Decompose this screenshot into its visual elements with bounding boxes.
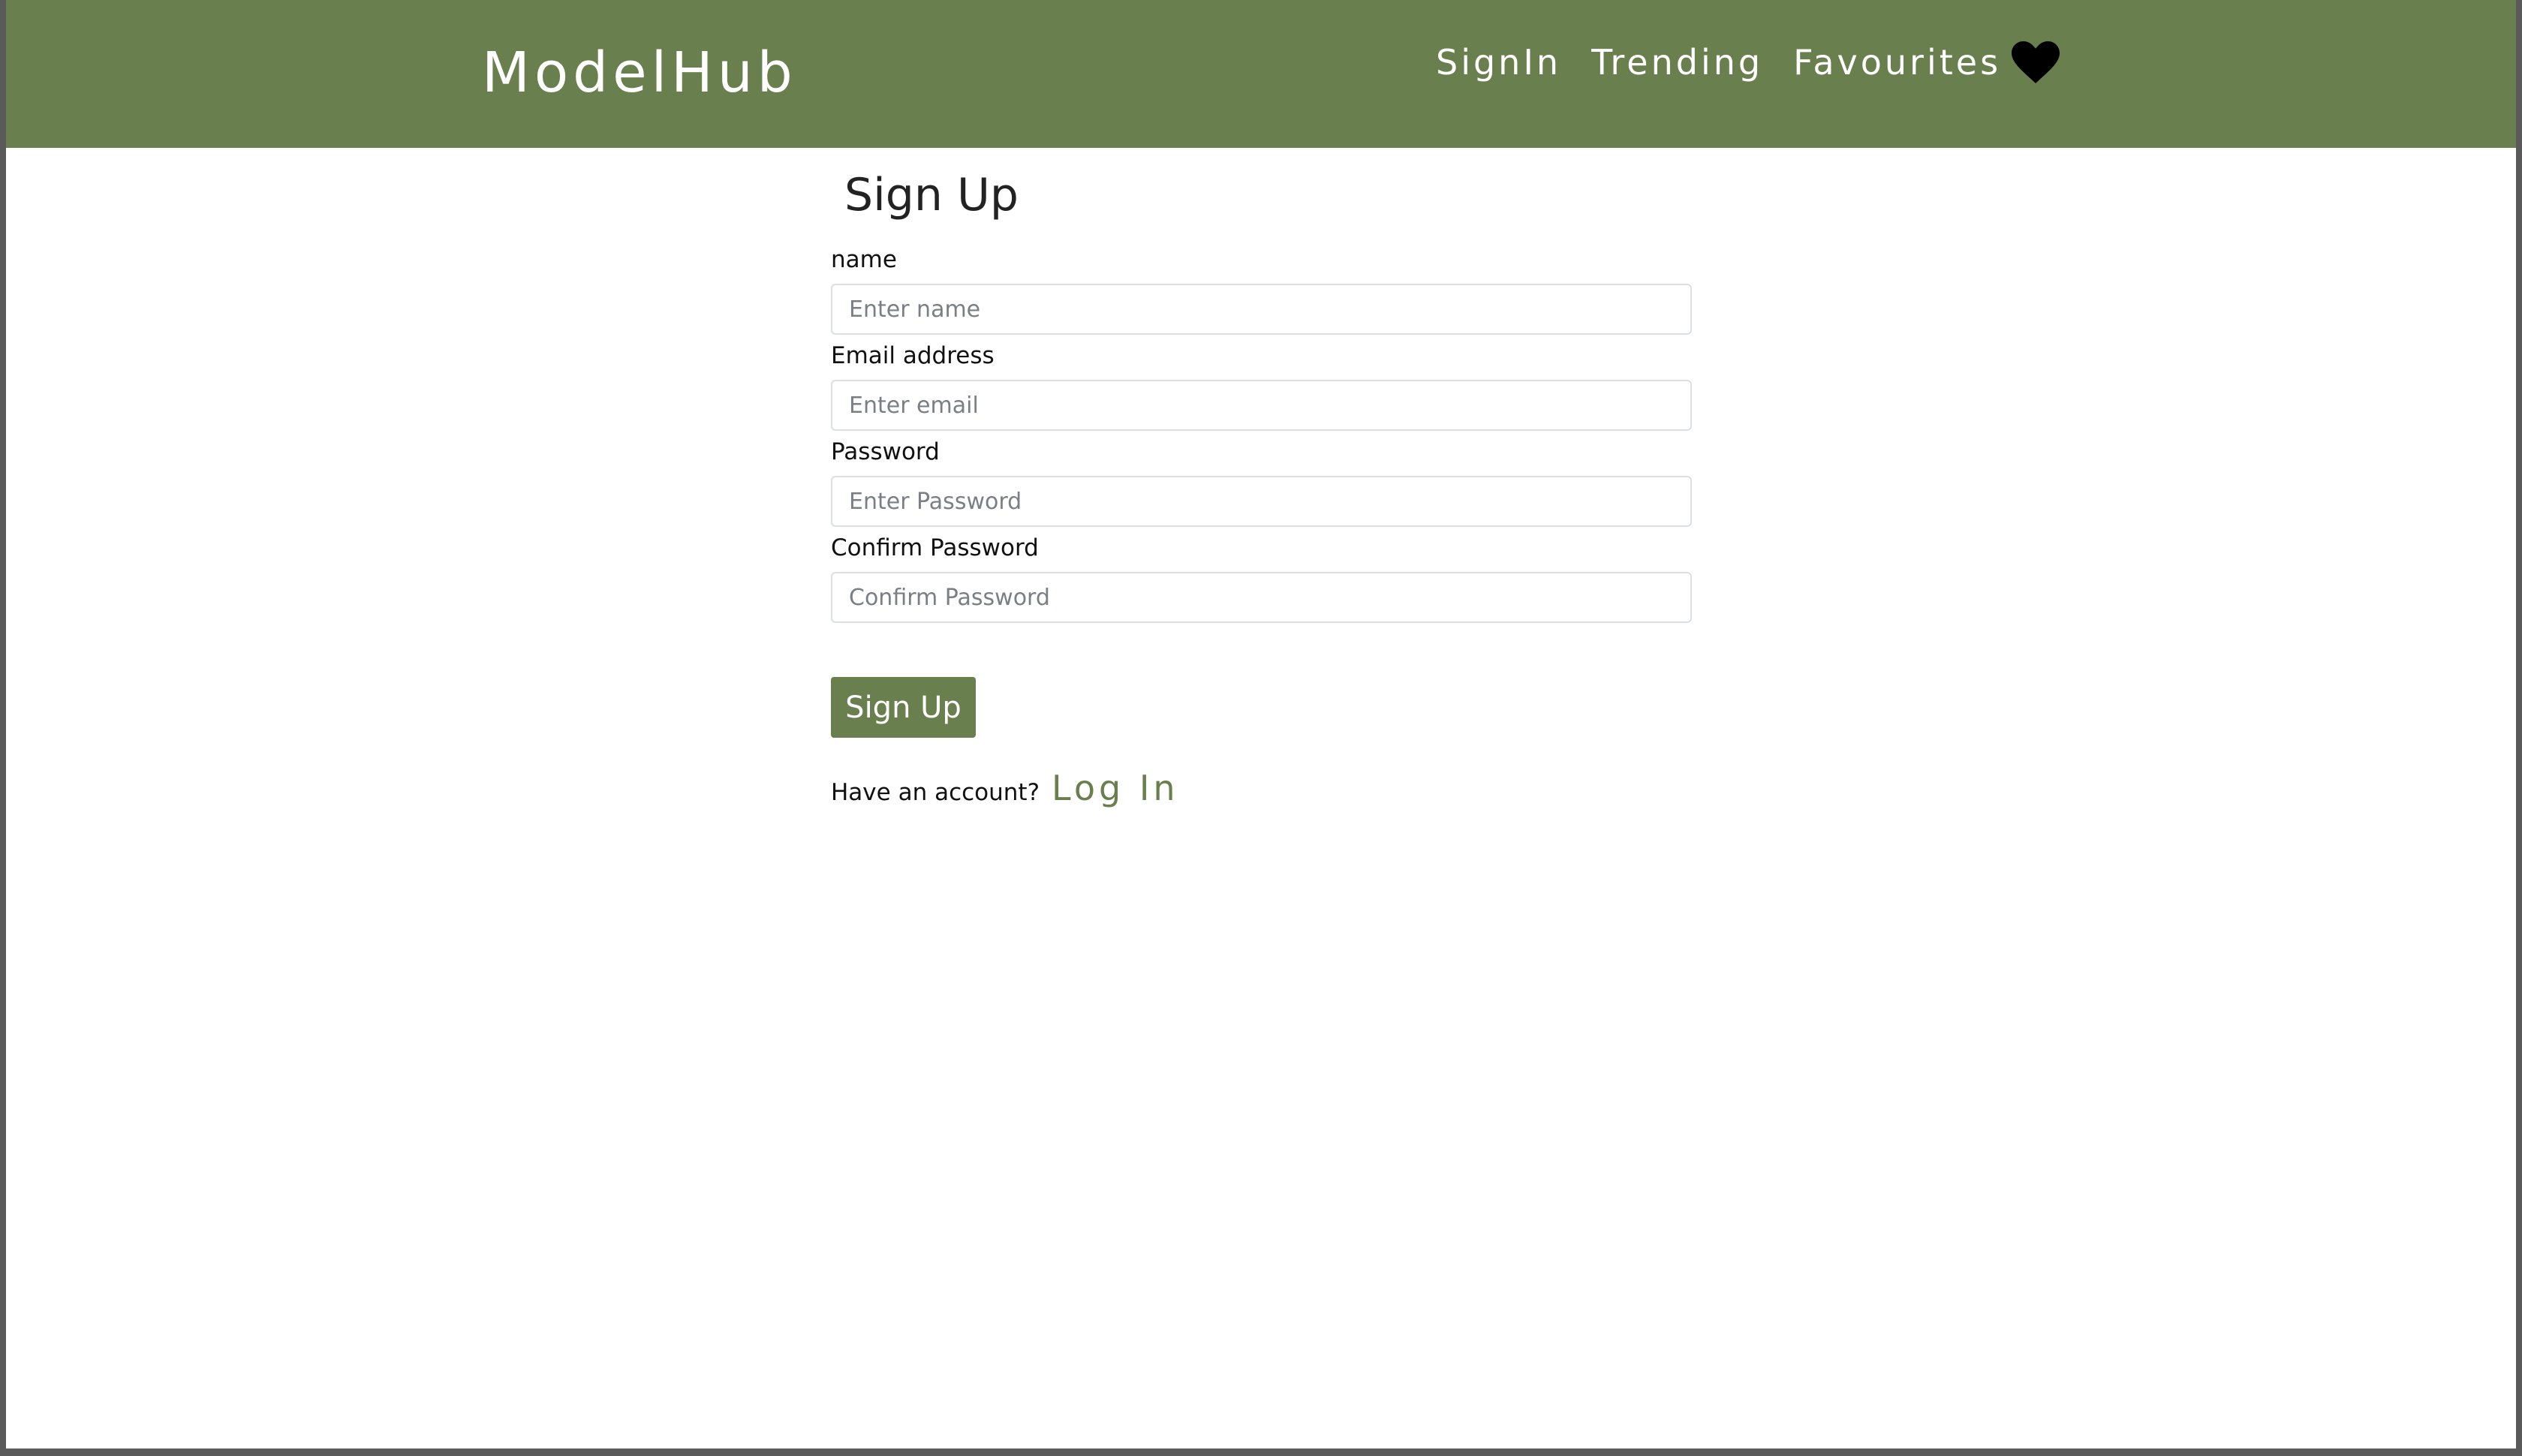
nav-trending-link[interactable]: Trending [1591, 38, 1763, 87]
login-prompt: Have an account? Log In [831, 768, 1692, 808]
browser-viewport: ModelHub SignIn Trending Favourites Sign… [6, 0, 2516, 1448]
confirm-password-input[interactable] [831, 572, 1692, 623]
email-label: Email address [831, 342, 995, 369]
signup-form: Sign Up name Email address Password Conf… [831, 158, 1692, 808]
nav-favourites-link[interactable]: Favourites [1793, 38, 2001, 87]
heart-icon[interactable] [2012, 41, 2060, 83]
brand-logo[interactable]: ModelHub [482, 39, 797, 107]
email-input[interactable] [831, 380, 1692, 431]
have-account-text: Have an account? [831, 779, 1040, 806]
login-link[interactable]: Log In [1052, 768, 1179, 808]
signup-button[interactable]: Sign Up [831, 677, 976, 738]
name-label: name [831, 246, 897, 273]
password-input[interactable] [831, 476, 1692, 527]
heart-icon-graphic [2012, 41, 2060, 83]
navbar: ModelHub SignIn Trending Favourites [6, 0, 2516, 148]
page-title: Sign Up [844, 169, 1019, 221]
nav-links: SignIn Trending Favourites [1436, 38, 2060, 87]
confirm-password-label: Confirm Password [831, 534, 1039, 561]
name-input[interactable] [831, 284, 1692, 335]
password-label: Password [831, 438, 940, 465]
nav-signin-link[interactable]: SignIn [1436, 38, 1561, 87]
